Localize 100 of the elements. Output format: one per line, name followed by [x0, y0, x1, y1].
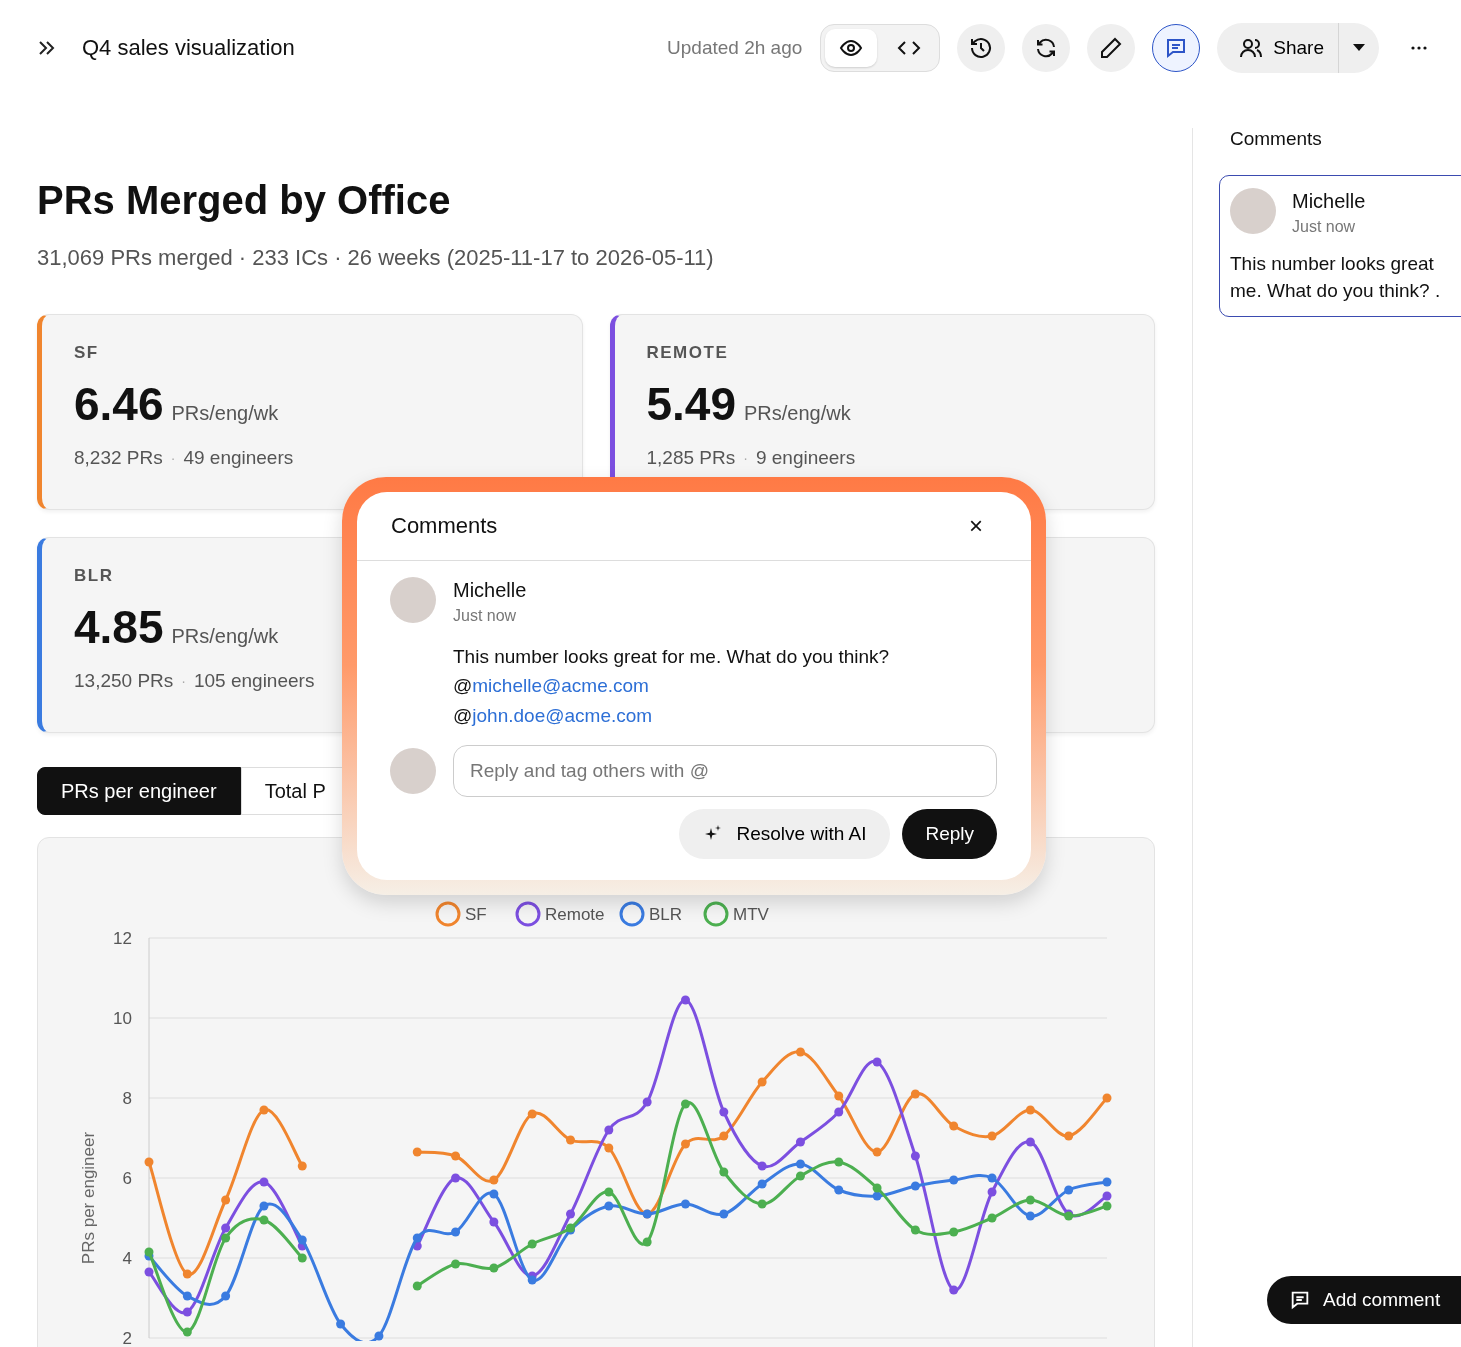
data-point [182, 1307, 192, 1317]
data-point [489, 1189, 499, 1199]
data-point [182, 1327, 192, 1337]
data-point [412, 1241, 422, 1251]
comment-time: Just now [453, 607, 518, 625]
data-point [719, 1107, 729, 1117]
chart-tab[interactable]: PRs per engineer [37, 767, 241, 815]
preview-button[interactable] [825, 28, 878, 67]
data-point [1102, 1191, 1112, 1201]
data-point [412, 1281, 422, 1291]
data-point [642, 1097, 652, 1107]
separator: · [170, 450, 176, 466]
data-point [834, 1107, 844, 1117]
data-point [451, 1227, 461, 1237]
office-label: BLR [74, 566, 115, 586]
y-tick-label: 8 [122, 1089, 132, 1108]
y-tick-label: 2 [122, 1329, 132, 1347]
data-point [297, 1235, 307, 1245]
legend-item[interactable]: Remote [515, 901, 605, 927]
resolve-ai-button[interactable]: Resolve with AI [678, 809, 891, 859]
data-point [451, 1173, 461, 1183]
data-point [566, 1209, 575, 1219]
pr-count: 1,285 PRs [646, 447, 736, 469]
comment-time: Just now [1292, 218, 1357, 236]
data-point [259, 1177, 269, 1187]
y-tick-label: 4 [122, 1249, 132, 1268]
data-point [604, 1201, 614, 1211]
data-point [1064, 1131, 1074, 1141]
data-point [489, 1217, 499, 1227]
data-point [604, 1143, 614, 1153]
engineer-count: 9 engineers [755, 447, 856, 469]
data-point [221, 1223, 231, 1233]
y-tick-label: 12 [113, 929, 132, 948]
data-point [987, 1173, 997, 1183]
metric-unit: PRs/eng/wk [744, 402, 851, 425]
data-point [834, 1157, 844, 1167]
history-icon [969, 35, 994, 60]
data-point [1102, 1177, 1112, 1187]
data-point [489, 1175, 499, 1185]
engineer-count: 105 engineers [193, 670, 315, 692]
data-point [872, 1057, 882, 1067]
data-point [1102, 1093, 1112, 1103]
data-point [1102, 1201, 1112, 1211]
pencil-icon [1099, 35, 1124, 60]
data-point [604, 1125, 614, 1135]
caret-icon [1353, 43, 1365, 52]
metric-value: 4.85 [74, 600, 164, 654]
separator: · [743, 450, 748, 466]
data-point [297, 1161, 307, 1171]
mention-link[interactable]: @john.doe@acme.com [453, 701, 890, 731]
data-point [681, 1099, 690, 1109]
chevrons-right-icon[interactable] [38, 40, 56, 55]
legend-label: Remote [545, 905, 605, 924]
data-point [872, 1183, 882, 1193]
metric-unit: PRs/eng/wk [171, 625, 279, 648]
mention-link[interactable]: @michelle@acme.com [453, 671, 890, 701]
comment-text: This number looks great for me. What do you think? [453, 645, 890, 669]
popup-title: Comments [391, 513, 498, 539]
data-point [566, 1135, 575, 1145]
legend-item[interactable]: MTV [703, 901, 769, 927]
share-button[interactable]: Share [1217, 22, 1339, 73]
data-point [259, 1105, 269, 1115]
comment-card[interactable]: Michelle Just now This number looks great me. What do you think? . [1219, 175, 1461, 317]
data-point [987, 1213, 997, 1223]
data-point [1025, 1211, 1035, 1221]
legend-item[interactable]: BLR [619, 901, 683, 927]
data-point [336, 1319, 346, 1329]
office-label: SF [74, 343, 100, 363]
data-point [1025, 1195, 1035, 1205]
more-icon[interactable] [1411, 45, 1427, 50]
data-point [489, 1263, 499, 1273]
data-point [642, 1237, 652, 1247]
data-point [987, 1131, 997, 1141]
data-point [412, 1233, 422, 1243]
data-point [1025, 1137, 1035, 1147]
reply-field[interactable]: Reply and tag others with @ [453, 745, 997, 797]
add-comment-button[interactable]: Add comment [1267, 1276, 1461, 1324]
data-point [949, 1285, 959, 1295]
data-point [795, 1137, 805, 1147]
avatar [1230, 188, 1276, 234]
comment-text: This number looks great [1230, 252, 1435, 276]
metric-unit: PRs/eng/wk [171, 402, 279, 425]
legend-label: BLR [649, 905, 683, 924]
data-point [221, 1291, 231, 1301]
data-point [757, 1161, 767, 1171]
data-point [834, 1185, 844, 1195]
data-point [451, 1151, 461, 1161]
data-point [987, 1187, 997, 1197]
reply-button[interactable]: Reply [902, 809, 997, 859]
data-point [527, 1109, 537, 1119]
document-title: Q4 sales visualization [82, 34, 295, 61]
data-point [221, 1233, 231, 1243]
data-point [1064, 1185, 1074, 1195]
pr-count: 8,232 PRs [74, 447, 163, 469]
data-point [872, 1191, 882, 1201]
data-point [910, 1225, 920, 1235]
author-name: Michelle [1292, 189, 1366, 214]
data-point [795, 1047, 805, 1057]
close-button[interactable]: × [963, 511, 989, 541]
data-point [604, 1187, 614, 1197]
